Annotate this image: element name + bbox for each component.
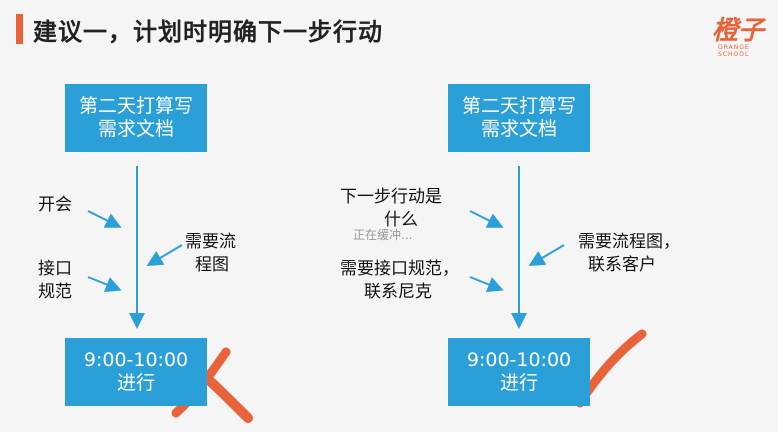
left-label-flow-line1: 需要流 <box>185 232 236 252</box>
right-arrow-flow <box>528 244 565 267</box>
logo-text: 橙子 <box>712 16 765 46</box>
left-label-flow-line2: 程图 <box>195 255 229 275</box>
logo-subtitle: ORANGE SCHOOL <box>718 44 750 58</box>
left-label-flow: 需要流 程图 <box>185 231 236 277</box>
right-label-next-line1: 下一步行动是 <box>340 187 442 207</box>
left-bottom-box: 9:00-10:00 进行 <box>65 338 207 406</box>
brand-logo: 橙子 ORANGE SCHOOL <box>712 10 772 60</box>
left-top-box: 第二天打算写 需求文档 <box>65 84 207 152</box>
right-bottom-box: 9:00-10:00 进行 <box>448 338 590 406</box>
left-arrow-meeting <box>87 210 122 228</box>
left-arrow-api <box>87 276 122 292</box>
left-arrow-flow <box>146 244 183 267</box>
right-top-box-line1: 第二天打算写 <box>461 95 576 117</box>
right-label-flow-line1: 需要流程图， <box>578 232 680 252</box>
right-label-flow: 需要流程图， 联系客户 <box>578 231 680 277</box>
right-label-api-line1: 需要接口规范， <box>340 259 459 279</box>
right-label-flow-line2: 联系客户 <box>588 255 656 275</box>
buffering-overlay: 正在缓冲... <box>353 228 413 242</box>
left-label-api: 接口 规范 <box>38 258 72 304</box>
right-label-api-line2: 联系尼克 <box>364 282 432 302</box>
left-top-box-line1: 第二天打算写 <box>78 95 193 117</box>
title-accent-bar <box>16 14 23 44</box>
slide: 建议一，计划时明确下一步行动 橙子 ORANGE SCHOOL 第二天打算写 需… <box>0 0 778 432</box>
left-label-api-line2: 规范 <box>38 282 72 302</box>
right-bottom-box-line2: 进行 <box>499 372 538 394</box>
right-arrow-next <box>469 210 504 228</box>
slide-title: 建议一，计划时明确下一步行动 <box>33 18 383 46</box>
left-label-meeting: 开会 <box>38 195 72 215</box>
right-arrow-api <box>469 276 504 292</box>
right-top-box-line2: 需求文档 <box>480 118 557 140</box>
left-bottom-box-line1: 9:00-10:00 <box>83 349 189 371</box>
right-bottom-box-line1: 9:00-10:00 <box>466 349 572 371</box>
left-top-box-line2: 需求文档 <box>97 118 174 140</box>
right-label-api: 需要接口规范， 联系尼克 <box>340 258 459 304</box>
left-label-api-line1: 接口 <box>38 259 72 279</box>
left-bottom-box-line2: 进行 <box>116 372 155 394</box>
right-top-box: 第二天打算写 需求文档 <box>448 84 590 152</box>
